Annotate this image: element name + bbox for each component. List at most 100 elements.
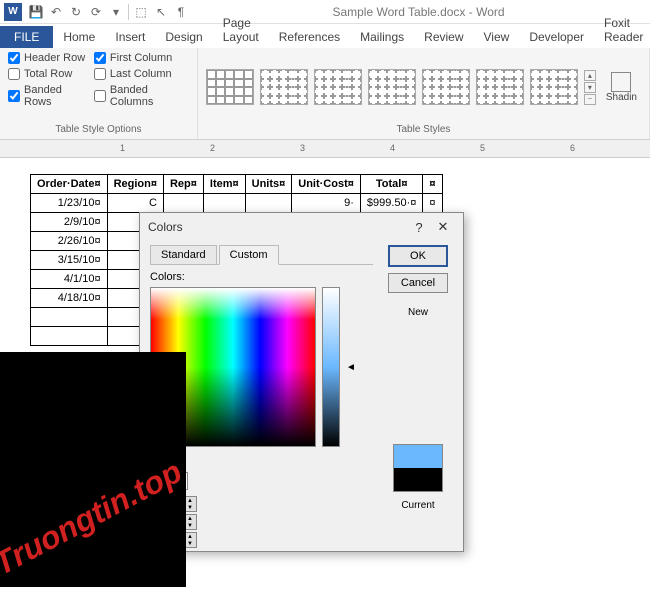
tab-home[interactable]: Home (53, 26, 105, 48)
cell[interactable]: 4/1/10¤ (31, 270, 108, 289)
table-row[interactable]: 1/23/10¤C 9·$999.50·¤¤ (31, 194, 443, 213)
table-style-3[interactable] (314, 69, 362, 105)
banded-columns-checkbox[interactable]: Banded Columns (94, 84, 189, 108)
total-row-checkbox[interactable]: Total Row (8, 68, 88, 80)
ribbon-tabs: FILE Home Insert Design Page Layout Refe… (0, 24, 650, 48)
th-end[interactable]: ¤ (423, 175, 442, 194)
tab-standard[interactable]: Standard (150, 245, 217, 264)
new-label: New (408, 307, 428, 318)
table-style-options-group: Header Row Total Row Banded Rows First C… (0, 48, 198, 139)
dialog-help-icon[interactable]: ? (407, 220, 431, 235)
paragraph-icon[interactable]: ¶ (171, 2, 191, 22)
last-column-checkbox[interactable]: Last Column (94, 68, 189, 80)
qat-dropdown-icon[interactable]: ▾ (106, 2, 126, 22)
table-style-5[interactable] (422, 69, 470, 105)
cell[interactable] (163, 194, 203, 213)
th-rep[interactable]: Rep¤ (163, 175, 203, 194)
cell[interactable] (31, 327, 108, 346)
cell[interactable]: 9· (292, 194, 361, 213)
style-scroll: ▴ ▾ ⎯ (584, 70, 596, 105)
first-column-checkbox[interactable]: First Column (94, 52, 189, 64)
cell[interactable]: 2/26/10¤ (31, 232, 108, 251)
shading-icon (611, 72, 631, 92)
th-order-date[interactable]: Order·Date¤ (31, 175, 108, 194)
tab-page-layout[interactable]: Page Layout (213, 12, 269, 48)
shading-button[interactable]: Shadin (602, 70, 641, 105)
table-style-1[interactable] (206, 69, 254, 105)
ruler-mark: 2 (210, 143, 215, 153)
tab-design[interactable]: Design (155, 26, 212, 48)
cell[interactable]: 3/15/10¤ (31, 251, 108, 270)
th-total[interactable]: Total¤ (360, 175, 423, 194)
banded-rows-label: Banded Rows (24, 84, 88, 108)
file-tab[interactable]: FILE (0, 26, 53, 48)
ok-button[interactable]: OK (388, 245, 448, 267)
style-scroll-down[interactable]: ▾ (584, 82, 596, 93)
tab-insert[interactable]: Insert (105, 26, 155, 48)
cell[interactable]: 4/18/10¤ (31, 289, 108, 308)
total-row-label: Total Row (24, 68, 72, 80)
cancel-button[interactable]: Cancel (388, 273, 448, 293)
cell[interactable]: ¤ (423, 194, 442, 213)
tab-references[interactable]: References (269, 26, 350, 48)
ruler-mark: 4 (390, 143, 395, 153)
current-label: Current (401, 500, 434, 511)
ribbon-content: Header Row Total Row Banded Rows First C… (0, 48, 650, 140)
lightness-pointer-icon[interactable]: ◄ (346, 362, 356, 373)
tab-foxit[interactable]: Foxit Reader (594, 12, 650, 48)
cell[interactable] (31, 308, 108, 327)
tab-mailings[interactable]: Mailings (350, 26, 414, 48)
table-header-row[interactable]: Order·Date¤ Region¤ Rep¤ Item¤ Units¤ Un… (31, 175, 443, 194)
shading-label: Shadin (606, 92, 637, 103)
table-style-7[interactable] (530, 69, 578, 105)
style-scroll-up[interactable]: ▴ (584, 70, 596, 81)
lightness-bar[interactable] (322, 287, 340, 447)
cell[interactable]: 1/23/10¤ (31, 194, 108, 213)
separator (128, 4, 129, 20)
th-item[interactable]: Item¤ (203, 175, 245, 194)
banded-rows-checkbox[interactable]: Banded Rows (8, 84, 88, 108)
titlebar: W 💾 ↶ ↻ ⟳ ▾ ⬚ ↖ ¶ Sample Word Table.docx… (0, 0, 650, 24)
table-style-4[interactable] (368, 69, 416, 105)
cell[interactable] (245, 194, 292, 213)
color-preview (393, 444, 443, 492)
table-styles-group: ▴ ▾ ⎯ Shadin Table Styles (198, 48, 650, 139)
th-units[interactable]: Units¤ (245, 175, 292, 194)
dialog-close-icon[interactable]: ✕ (431, 219, 455, 235)
repeat-icon[interactable]: ⟳ (86, 2, 106, 22)
cell[interactable]: $999.50·¤ (360, 194, 423, 213)
dialog-tabs: Standard Custom (150, 245, 373, 265)
cell[interactable]: C (107, 194, 163, 213)
th-unit-cost[interactable]: Unit·Cost¤ (292, 175, 361, 194)
first-column-label: First Column (110, 52, 172, 64)
cell[interactable] (203, 194, 245, 213)
tab-view[interactable]: View (474, 26, 520, 48)
tab-developer[interactable]: Developer (519, 26, 594, 48)
save-icon[interactable]: 💾 (26, 2, 46, 22)
colors-label: Colors: (150, 271, 373, 283)
group-label-options: Table Style Options (8, 122, 189, 137)
tab-review[interactable]: Review (414, 26, 473, 48)
preview-new-color (394, 445, 442, 468)
select-objects-icon[interactable]: ⬚ (131, 2, 151, 22)
redo-icon[interactable]: ↻ (66, 2, 86, 22)
table-style-6[interactable] (476, 69, 524, 105)
style-more[interactable]: ⎯ (584, 94, 596, 105)
undo-icon[interactable]: ↶ (46, 2, 66, 22)
ruler-mark: 5 (480, 143, 485, 153)
ruler-mark: 3 (300, 143, 305, 153)
th-region[interactable]: Region¤ (107, 175, 163, 194)
last-column-label: Last Column (110, 68, 172, 80)
ruler-mark: 6 (570, 143, 575, 153)
cell[interactable]: 2/9/10¤ (31, 213, 108, 232)
header-row-checkbox[interactable]: Header Row (8, 52, 88, 64)
cursor-icon[interactable]: ↖ (151, 2, 171, 22)
tab-custom[interactable]: Custom (219, 245, 279, 265)
header-row-label: Header Row (24, 52, 85, 64)
table-style-2[interactable] (260, 69, 308, 105)
ruler-mark: 1 (120, 143, 125, 153)
group-label-styles: Table Styles (206, 122, 641, 137)
ruler[interactable]: 1 2 3 4 5 6 (0, 140, 650, 158)
word-icon: W (4, 3, 22, 21)
dialog-titlebar[interactable]: Colors ? ✕ (140, 213, 463, 241)
